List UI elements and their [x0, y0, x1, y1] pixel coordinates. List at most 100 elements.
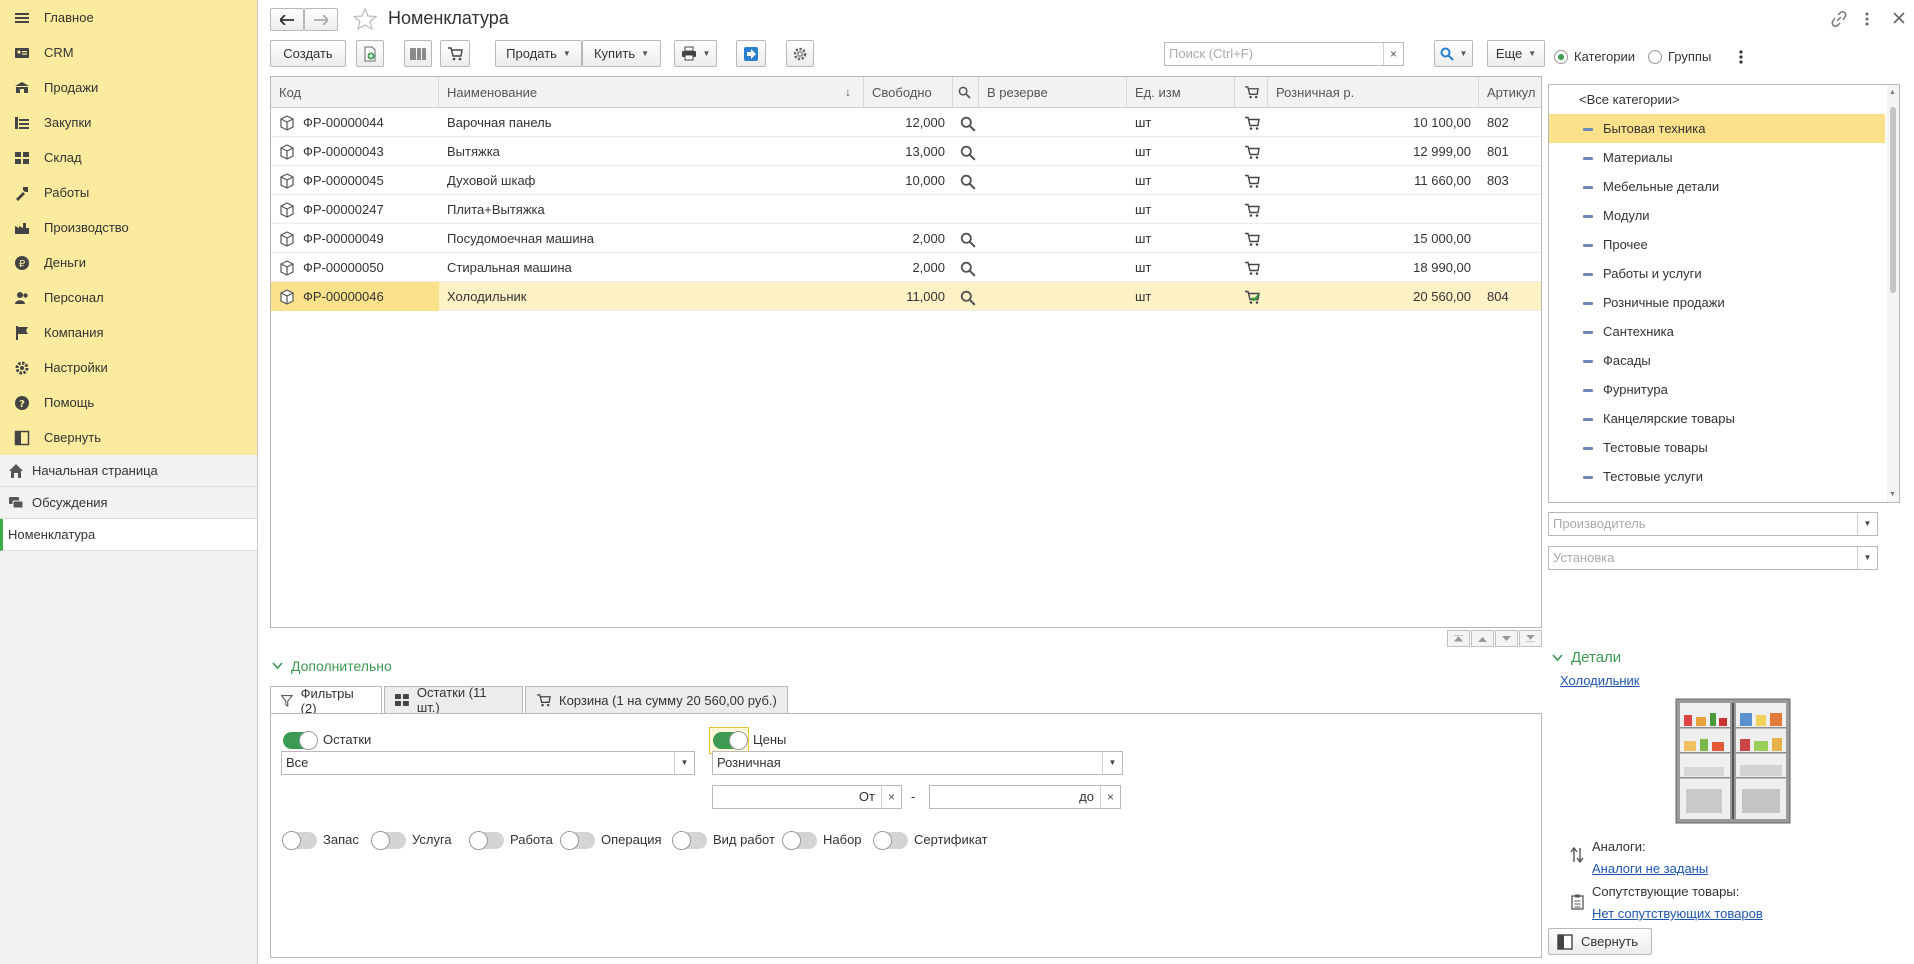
category-item[interactable]: Модули	[1549, 201, 1899, 230]
chevron-down-icon[interactable]: ▼	[1102, 752, 1122, 774]
toggle-work[interactable]	[469, 831, 504, 850]
toggle-work-type[interactable]	[672, 831, 707, 850]
collapse-panel-button[interactable]: Свернуть	[1548, 928, 1652, 955]
category-item[interactable]: Бытовая техника	[1549, 114, 1885, 143]
category-item[interactable]: Прочее	[1549, 230, 1899, 259]
scroll-first-button[interactable]	[1447, 630, 1470, 647]
details-item-link[interactable]: Холодильник	[1560, 673, 1639, 688]
sidebar-item-settings[interactable]: Настройки	[0, 350, 257, 385]
scrollbar[interactable]: ▲ ▼	[1887, 85, 1899, 502]
more-button[interactable]: Еще ▼	[1487, 40, 1545, 67]
price-to-input[interactable]: до ×	[929, 785, 1121, 809]
category-item[interactable]: Канцелярские товары	[1549, 404, 1899, 433]
additional-section-toggle[interactable]: Дополнительно	[272, 658, 392, 674]
search-icon[interactable]	[960, 174, 976, 190]
tab-stock[interactable]: Остатки (11 шт.)	[384, 685, 523, 715]
manufacturer-field[interactable]: Производитель ▼	[1548, 512, 1878, 536]
open-window-nomenclature[interactable]: Номенклатура	[0, 519, 257, 551]
barcode-button[interactable]	[404, 40, 432, 67]
forward-button[interactable]	[304, 8, 338, 31]
print-button[interactable]: ▼	[674, 40, 717, 67]
buy-button[interactable]: Купить ▼	[582, 40, 661, 67]
more-vertical-icon[interactable]	[1738, 49, 1744, 65]
settings-button[interactable]	[786, 40, 814, 67]
category-item[interactable]: Розничные продажи	[1549, 288, 1899, 317]
table-row[interactable]: ФР-00000045 Духовой шкаф 10,000 шт 11 660,00…	[271, 166, 1541, 195]
sidebar-item-money[interactable]: ₽ Деньги	[0, 245, 257, 280]
search-icon[interactable]	[960, 261, 976, 277]
category-item[interactable]: Тестовые услуги	[1549, 462, 1899, 491]
sidebar-item-production[interactable]: Производство	[0, 210, 257, 245]
chevron-down-icon[interactable]: ▼	[1857, 513, 1877, 535]
clear-icon[interactable]: ×	[881, 786, 901, 808]
column-search[interactable]	[953, 77, 979, 108]
sidebar-item-help[interactable]: ? Помощь	[0, 385, 257, 420]
sidebar-item-crm[interactable]: CRM	[0, 35, 257, 70]
installation-field[interactable]: Установка ▼	[1548, 546, 1878, 570]
tab-cart[interactable]: Корзина (1 на сумму 20 560,00 руб.)	[525, 686, 788, 713]
more-vertical-icon[interactable]	[1864, 11, 1870, 27]
category-item[interactable]: Фасады	[1549, 346, 1899, 375]
category-item[interactable]: Фурнитура	[1549, 375, 1899, 404]
column-free[interactable]: Свободно	[864, 77, 953, 108]
sidebar-item-sales[interactable]: Продажи	[0, 70, 257, 105]
sidebar-item-works[interactable]: Работы	[0, 175, 257, 210]
chevron-down-icon[interactable]: ▼	[1857, 547, 1877, 569]
search-icon[interactable]	[960, 116, 976, 132]
scroll-up-button[interactable]	[1471, 630, 1494, 647]
column-article[interactable]: Артикул	[1479, 77, 1543, 108]
stock-select[interactable]: Все ▼	[281, 751, 695, 775]
sidebar-item-staff[interactable]: Персонал	[0, 280, 257, 315]
category-item[interactable]: Материалы	[1549, 143, 1899, 172]
table-row[interactable]: ФР-00000050 Стиральная машина 2,000 шт 18 99…	[271, 253, 1541, 282]
cart-icon[interactable]	[1244, 173, 1260, 189]
cart-icon[interactable]	[1244, 231, 1260, 247]
category-all[interactable]: <Все категории>	[1549, 85, 1899, 114]
price-type-select[interactable]: Розничная ▼	[712, 751, 1123, 775]
column-unit[interactable]: Ед. изм	[1127, 77, 1235, 108]
cart-added-icon[interactable]	[1244, 289, 1260, 305]
create-copy-button[interactable]	[356, 40, 384, 67]
cart-icon[interactable]	[1244, 260, 1260, 276]
search-input[interactable]: Поиск (Ctrl+F) ×	[1164, 42, 1404, 66]
scrollbar-thumb[interactable]	[1890, 107, 1896, 293]
back-button[interactable]	[270, 8, 304, 31]
table-row[interactable]: ФР-00000043 Вытяжка 13,000 шт 12 999,00 801	[271, 137, 1541, 166]
sidebar-item-company[interactable]: Компания	[0, 315, 257, 350]
cart-icon[interactable]	[1244, 202, 1260, 218]
sell-button[interactable]: Продать ▼	[495, 40, 582, 67]
column-name[interactable]: Наименование ↓	[439, 77, 864, 108]
sidebar-item-warehouse[interactable]: Склад	[0, 140, 257, 175]
stock-toggle[interactable]	[283, 731, 318, 750]
price-from-input[interactable]: От ×	[712, 785, 902, 809]
table-row[interactable]: ФР-00000049 Посудомоечная машина 2,000 шт 15…	[271, 224, 1541, 253]
category-item[interactable]: Сантехника	[1549, 317, 1899, 346]
column-code[interactable]: Код	[271, 77, 439, 108]
cart-button[interactable]	[440, 40, 470, 67]
column-cart[interactable]	[1235, 77, 1268, 108]
search-icon[interactable]	[960, 290, 976, 306]
analogs-link[interactable]: Аналоги не заданы	[1592, 861, 1708, 876]
scroll-last-button[interactable]	[1519, 630, 1542, 647]
open-window-home[interactable]: Начальная страница	[0, 455, 257, 487]
open-window-discussions[interactable]: Обсуждения	[0, 487, 257, 519]
cart-icon[interactable]	[1244, 115, 1260, 131]
clear-icon[interactable]: ×	[1100, 786, 1120, 808]
search-icon[interactable]	[960, 232, 976, 248]
category-item[interactable]: Работы и услуги	[1549, 259, 1899, 288]
chevron-down-icon[interactable]: ▼	[674, 752, 694, 774]
table-row[interactable]: ФР-00000046 Холодильник 11,000 шт 20 560,00 8…	[271, 282, 1541, 311]
tab-filters[interactable]: Фильтры (2)	[270, 686, 382, 716]
favorite-star-icon[interactable]	[353, 8, 377, 30]
cart-icon[interactable]	[1244, 144, 1260, 160]
search-button[interactable]: ▼	[1434, 40, 1473, 67]
category-item[interactable]: Тестовые товары	[1549, 433, 1899, 462]
sidebar-item-main[interactable]: Главное	[0, 0, 257, 35]
link-icon[interactable]	[1831, 11, 1847, 27]
table-row[interactable]: ФР-00000247 Плита+Вытяжка шт	[271, 195, 1541, 224]
close-icon[interactable]	[1893, 12, 1905, 24]
radio-groups[interactable]	[1648, 50, 1662, 64]
toggle-service[interactable]	[371, 831, 406, 850]
column-retail-price[interactable]: Розничная р.	[1268, 77, 1479, 108]
toggle-kit[interactable]	[782, 831, 817, 850]
